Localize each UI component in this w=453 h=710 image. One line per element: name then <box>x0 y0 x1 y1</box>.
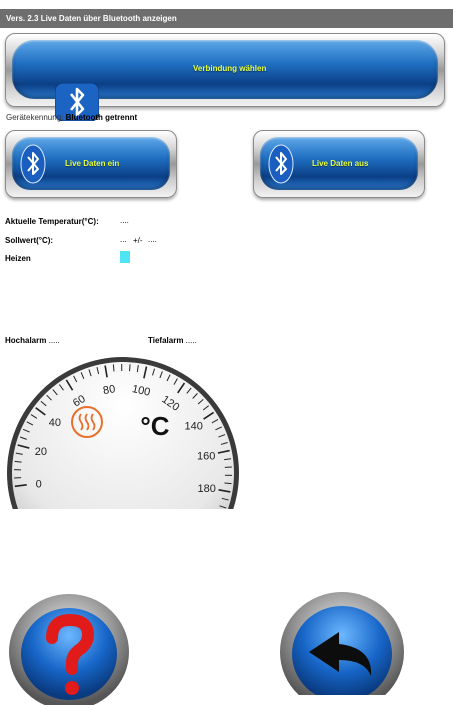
temperature-gauge: 020406080100120140160180 °C <box>0 340 260 510</box>
gauge-tick-label: 20 <box>35 446 47 458</box>
gauge-unit: °C <box>140 411 169 441</box>
setpoint-value: ... <box>120 235 127 244</box>
live-on-label: Live Daten ein <box>65 159 119 168</box>
back-arrow-icon <box>277 590 407 695</box>
setpoint-label: Sollwert(°C): <box>5 236 53 245</box>
connect-button[interactable]: Verbindung wählen <box>5 33 445 107</box>
current-temp-label: Aktuelle Temperatur(°C): <box>5 217 99 226</box>
gauge-tick-label: 160 <box>197 450 215 462</box>
bluetooth-icon <box>20 143 46 185</box>
window-title: Vers. 2.3 Live Daten über Bluetooth anze… <box>0 9 453 28</box>
gauge-tick-label: 80 <box>102 383 116 397</box>
gauge-tick-label: 140 <box>184 421 202 433</box>
device-status: Gerätekennung: Bluetooth getrennt <box>6 113 137 122</box>
gauge-minor-tick <box>225 483 232 484</box>
current-temp-value: .... <box>120 216 129 225</box>
connect-button-label: Verbindung wählen <box>193 64 266 73</box>
heating-label: Heizen <box>5 254 31 263</box>
device-status-value: Bluetooth getrennt <box>66 113 138 122</box>
tolerance-value: .... <box>148 235 157 244</box>
help-button[interactable] <box>7 590 132 705</box>
live-on-button[interactable]: Live Daten ein <box>5 130 177 198</box>
device-label: Gerätekennung: <box>6 113 63 122</box>
back-button[interactable] <box>277 590 407 695</box>
bluetooth-icon <box>268 143 294 185</box>
gauge-minor-tick <box>113 364 114 371</box>
live-off-button[interactable]: Live Daten aus <box>253 130 425 198</box>
question-mark-icon <box>7 590 132 705</box>
gauge-tick-label: 40 <box>49 417 61 429</box>
gauge-tick-label: 180 <box>198 483 216 495</box>
live-off-label: Live Daten aus <box>312 159 368 168</box>
tolerance-sep: +/- <box>133 236 143 245</box>
gauge-tick-label: 0 <box>36 478 42 490</box>
heating-indicator <box>120 251 130 263</box>
